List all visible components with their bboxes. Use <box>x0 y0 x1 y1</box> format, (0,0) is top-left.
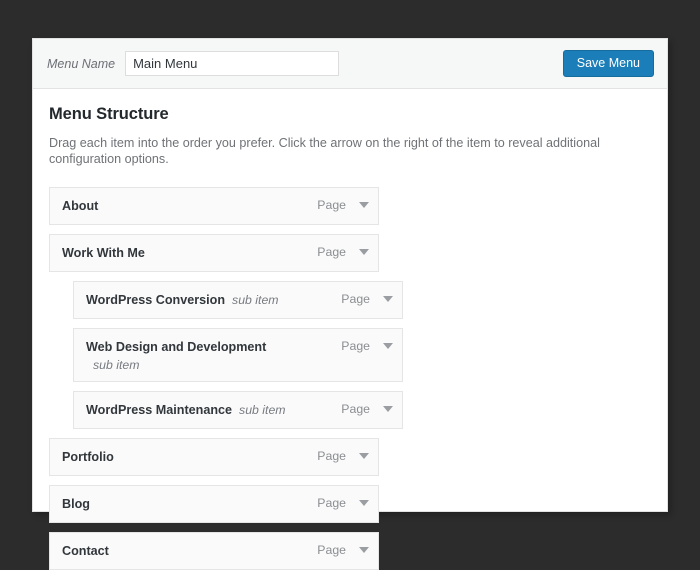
chevron-down-icon[interactable] <box>359 248 369 255</box>
chevron-down-icon[interactable] <box>383 342 393 349</box>
menu-item-type: Page <box>317 448 346 463</box>
menu-item[interactable]: Work With Me Page <box>49 233 651 272</box>
menu-structure-section: Menu Structure Drag each item into the o… <box>33 89 667 570</box>
menu-item-bar[interactable]: WordPress Maintenance sub item Page <box>73 390 403 429</box>
menu-item-title: Portfolio <box>62 449 114 464</box>
menu-item-titles: Blog <box>62 495 317 513</box>
menu-item-bar[interactable]: Portfolio Page <box>49 437 379 476</box>
menu-items-list: About Page Work With Me Page WordPress Conve… <box>49 186 651 570</box>
menu-item-sub-flag: sub item <box>93 357 140 372</box>
menu-item-controls: Page <box>317 244 369 259</box>
menu-item-bar[interactable]: About Page <box>49 186 379 225</box>
menu-item-title: Web Design and Development <box>86 339 267 354</box>
chevron-down-icon[interactable] <box>383 405 393 412</box>
menu-item-controls: Page <box>341 401 393 416</box>
menu-editor-panel: Menu Name Save Menu Menu Structure Drag … <box>32 38 668 570</box>
menu-item-type: Page <box>341 338 370 353</box>
menu-item[interactable]: Portfolio Page <box>49 437 651 476</box>
menu-item-controls: Page <box>317 542 369 557</box>
menu-item[interactable]: About Page <box>49 186 651 225</box>
save-menu-button[interactable]: Save Menu <box>562 49 654 78</box>
menu-name-label: Menu Name <box>47 56 116 71</box>
menu-item-bar[interactable]: WordPress Conversion sub item Page <box>73 280 403 319</box>
menu-item-type: Page <box>317 244 346 259</box>
menu-item-titles: WordPress Conversion sub item <box>86 291 341 309</box>
menu-item-titles: Contact <box>62 542 317 560</box>
menu-item-sub-flag: sub item <box>232 292 279 307</box>
menu-item-controls: Page <box>341 338 393 353</box>
menu-item[interactable]: WordPress Conversion sub item Page <box>73 280 651 319</box>
menu-item-title: Work With Me <box>62 245 145 260</box>
menu-item-titles: Work With Me <box>62 244 317 262</box>
menu-item[interactable]: Web Design and Development sub item Page <box>73 327 651 382</box>
chevron-down-icon[interactable] <box>359 499 369 506</box>
menu-item-title: Blog <box>62 496 90 511</box>
menu-item-title: WordPress Maintenance <box>86 402 233 417</box>
menu-item-type: Page <box>341 291 370 306</box>
menu-item-titles: WordPress Maintenance sub item <box>86 401 341 419</box>
menu-item[interactable]: Contact Page <box>49 531 651 570</box>
menu-item-titles: Web Design and Development sub item <box>86 338 341 372</box>
menu-item-titles: About <box>62 197 317 215</box>
menu-item-title: Contact <box>62 543 109 558</box>
menu-item-type: Page <box>317 542 346 557</box>
menu-item-controls: Page <box>317 495 369 510</box>
chevron-down-icon[interactable] <box>383 295 393 302</box>
menu-structure-title: Menu Structure <box>49 105 169 123</box>
menu-item-type: Page <box>317 495 346 510</box>
menu-item-bar[interactable]: Work With Me Page <box>49 233 379 272</box>
menu-item-type: Page <box>341 401 370 416</box>
menu-structure-description: Drag each item into the order you prefer… <box>49 136 600 167</box>
menu-item-controls: Page <box>317 448 369 463</box>
menu-item-controls: Page <box>317 197 369 212</box>
menu-item[interactable]: Blog Page <box>49 484 651 523</box>
menu-name-bar: Menu Name Save Menu <box>33 39 667 89</box>
menu-item-bar[interactable]: Contact Page <box>49 531 379 570</box>
menu-item-controls: Page <box>341 291 393 306</box>
menu-item-title: About <box>62 198 99 213</box>
menu-item-bar[interactable]: Blog Page <box>49 484 379 523</box>
menu-item-bar[interactable]: Web Design and Development sub item Page <box>73 327 403 382</box>
menu-item-type: Page <box>317 197 346 212</box>
chevron-down-icon[interactable] <box>359 201 369 208</box>
menu-item-title: WordPress Conversion <box>86 292 226 307</box>
menu-name-input[interactable] <box>125 51 340 76</box>
menu-item[interactable]: WordPress Maintenance sub item Page <box>73 390 651 429</box>
menu-item-titles: Portfolio <box>62 448 317 466</box>
menu-item-sub-flag: sub item <box>239 402 286 417</box>
chevron-down-icon[interactable] <box>359 452 369 459</box>
